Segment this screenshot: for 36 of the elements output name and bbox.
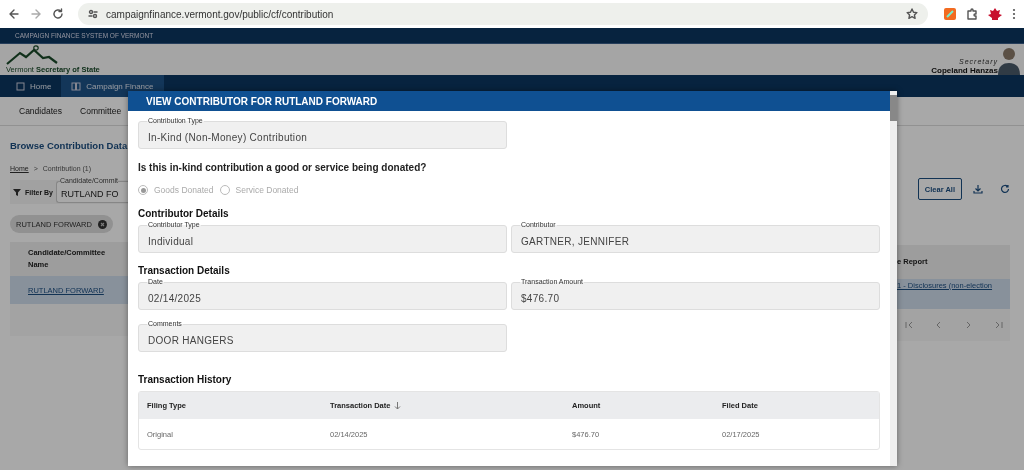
subnav-link[interactable]: Candidates xyxy=(19,106,62,116)
filter-icon xyxy=(13,188,21,196)
forward-icon[interactable] xyxy=(30,8,42,20)
section-title: Contributor Details xyxy=(138,208,230,219)
leaf-icon[interactable] xyxy=(988,8,1002,20)
url-text: campaignfinance.vermont.gov/public/cf/contribution xyxy=(106,8,335,20)
question-text: Is this in-kind contribution a good or service being donated? xyxy=(138,162,428,173)
refresh-icon xyxy=(1000,184,1010,194)
section-title: Transaction Details xyxy=(138,265,231,276)
secretary-name: Copeland Hanzas xyxy=(931,66,998,75)
dialog-title: VIEW CONTRIBUTOR FOR RUTLAND FORWARD xyxy=(146,95,378,107)
page-title: Browse Contribution Data xyxy=(10,140,128,151)
star-icon[interactable] xyxy=(906,8,918,20)
section-title: Transaction History xyxy=(138,374,233,385)
finance-icon xyxy=(71,81,82,91)
sort-arrow-icon[interactable] xyxy=(394,401,402,410)
next-page-icon[interactable] xyxy=(965,321,973,329)
tune-icon[interactable] xyxy=(88,9,98,19)
first-page-icon[interactable] xyxy=(905,321,913,329)
subnav-link[interactable]: Committee xyxy=(80,106,122,116)
person-silhouette-icon xyxy=(998,45,1020,75)
scrollbar-thumb[interactable] xyxy=(890,95,897,121)
previous-page-icon[interactable] xyxy=(935,321,943,329)
extension-icon[interactable] xyxy=(944,8,956,20)
menu-icon[interactable] xyxy=(1012,8,1016,20)
close-icon[interactable] xyxy=(97,219,107,229)
home-icon xyxy=(16,81,25,91)
last-page-icon[interactable] xyxy=(995,321,1003,329)
back-icon[interactable] xyxy=(8,8,20,20)
download-icon xyxy=(973,184,983,194)
address-bar[interactable]: campaignfinance.vermont.gov/public/cf/contribution xyxy=(78,3,928,25)
reload-icon[interactable] xyxy=(52,8,64,20)
puzzle-icon[interactable] xyxy=(966,8,978,20)
nav-tab[interactable]: Campaign Finance xyxy=(61,75,164,97)
nav-tab[interactable]: Home xyxy=(6,75,62,97)
scrollbar[interactable] xyxy=(890,91,897,466)
